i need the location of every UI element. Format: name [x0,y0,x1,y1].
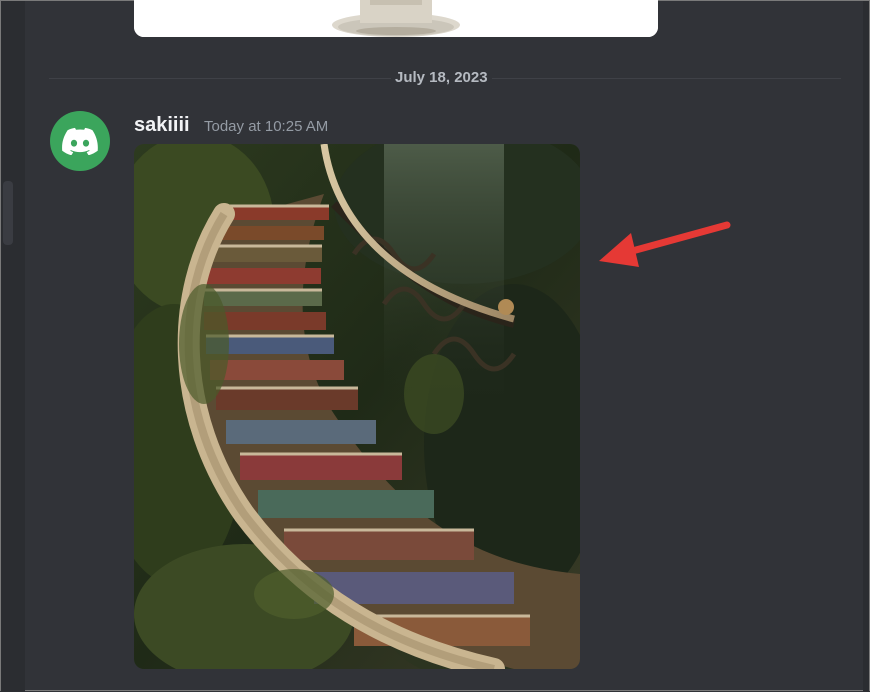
image-attachment[interactable] [134,144,580,669]
username[interactable]: sakiiii [134,113,190,137]
right-scroll-track [863,1,869,692]
annotation-arrow-icon [599,221,731,267]
discord-logo-icon [62,127,98,155]
message-timestamp: Today at 10:25 AM [204,118,329,135]
date-divider: July 18, 2023 [49,69,841,87]
left-rail [1,1,25,692]
scrollbar-thumb[interactable] [3,181,13,245]
previous-image-attachment[interactable] [134,0,658,37]
date-divider-label: July 18, 2023 [391,69,492,87]
avatar[interactable] [50,111,110,171]
